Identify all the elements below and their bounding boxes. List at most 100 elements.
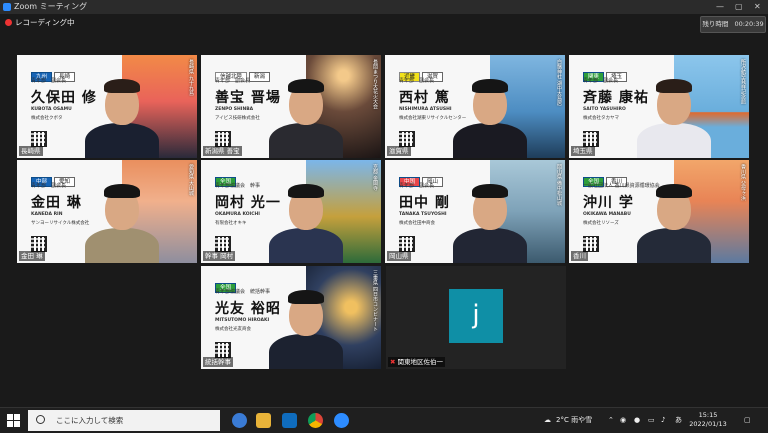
search-placeholder: ここに入力して検索: [56, 416, 124, 425]
participant-company: 有限会社オキキ: [215, 221, 247, 226]
participant-role: 青年部協議会 統括幹事: [215, 289, 271, 295]
ime-indicator[interactable]: あ: [675, 408, 682, 433]
weather-icon[interactable]: ☁: [544, 408, 551, 433]
remaining-time-value: 00:20:39: [734, 20, 764, 28]
qr-overlay: [583, 131, 597, 145]
mic-muted-icon: ✖: [390, 358, 396, 366]
participant-romaji: KANEDA RIN: [31, 212, 63, 217]
participant-name-label: 滋賀県: [387, 146, 411, 156]
zoom-taskbar-icon[interactable]: [334, 413, 349, 428]
participant-company: 株式会社クボタ: [31, 116, 63, 121]
background-caption: 白鬚神社 湖中大鳥居: [556, 59, 562, 106]
qr-overlay: [399, 236, 413, 250]
participant-card-name: 沖川 学: [583, 195, 634, 211]
participant-tile[interactable]: 近畿 滋賀 青年部 副会長 西村 篤 NISHIMURA ATSUSHI 株式会社…: [385, 55, 565, 158]
participant-company: 株式会社田中商会: [399, 221, 435, 226]
windows-taskbar: ここに入力して検索 ☁ 2°C 雨や雪 ⌃ ◉ ● ▭ ♪ あ 15:15 20…: [0, 407, 768, 433]
participant-video: [267, 180, 347, 263]
maximize-button[interactable]: ▢: [735, 0, 743, 14]
participant-name-label: 幹事 岡村: [203, 251, 236, 261]
participant-romaji: OKIKAWA MANABU: [583, 212, 631, 217]
participant-tile-avatar[interactable]: j ✖ 関東地区佐伯一: [386, 266, 566, 369]
remaining-time: 残り時間 00:20:39: [700, 16, 766, 33]
participant-card-name: 西村 篤: [399, 90, 450, 106]
participant-romaji: SAITO YASUHIRO: [583, 107, 626, 112]
participant-role: 青年部 副会長: [31, 78, 67, 84]
participant-name-label: 埼玉県: [571, 146, 595, 156]
participant-video: [451, 75, 531, 158]
zoom-tray-icon[interactable]: ●: [634, 408, 640, 433]
participant-romaji: ZENPO SHINBA: [215, 107, 254, 112]
participant-name-label: 岡山県: [387, 251, 411, 261]
participant-video: [267, 286, 347, 369]
edge-icon[interactable]: [232, 413, 247, 428]
background-caption: 京都 金閣寺: [372, 164, 378, 191]
participant-video: [635, 180, 715, 263]
qr-overlay: [215, 342, 229, 356]
background-caption: 長岡まつり大花火大会: [372, 59, 378, 109]
qr-overlay: [215, 236, 229, 250]
participant-company: アイビス技研株式会社: [215, 116, 260, 121]
participant-card-name: 田中 剛: [399, 195, 450, 211]
background-caption: 岡山県 備中松山城: [556, 164, 562, 206]
participant-tile[interactable]: 中国 岡山 青年部 副会長 田中 剛 TANAKA TSUYOSHI 株式会社田中…: [385, 160, 565, 263]
participant-video: [83, 180, 163, 263]
windows-start-icon[interactable]: [7, 414, 20, 427]
participant-romaji: MITSUTOMO HIROAKI: [215, 318, 270, 323]
close-button[interactable]: ✕: [754, 0, 761, 14]
outlook-icon[interactable]: [282, 413, 297, 428]
weather-text[interactable]: 2°C 雨や雪: [556, 408, 592, 433]
background-caption: 長崎県 九十九島: [188, 59, 194, 96]
background-caption: 愛知県 大山城: [188, 164, 194, 196]
battery-icon[interactable]: ▭: [648, 408, 655, 433]
participant-name-label: 統括幹事: [203, 357, 233, 367]
participant-romaji: OKAMURA KOICHI: [215, 212, 260, 217]
recording-indicator[interactable]: レコーディング中: [2, 16, 74, 30]
participant-company: 株式会社リソーズ: [583, 221, 619, 226]
participant-romaji: KUBOTA OSAMU: [31, 107, 72, 112]
participant-company: サンヨーリサイクル株式会社: [31, 221, 90, 226]
participant-name-label: 長崎県: [19, 146, 43, 156]
participant-card-name: 金田 琳: [31, 195, 82, 211]
participant-tile[interactable]: 信越北陸 新潟 青年部 副会長 善宝 晋場 ZENPO SHINBA アイビス技研…: [201, 55, 381, 158]
participant-name-label: 金田 琳: [19, 251, 45, 261]
notification-icon[interactable]: ▢: [744, 408, 751, 433]
participant-tile[interactable]: 全国 青年部協議会 統括幹事 光友 裕昭 MITSUTOMO HIROAKI 株…: [201, 266, 381, 369]
taskbar-search-input[interactable]: ここに入力して検索: [28, 410, 220, 431]
qr-overlay: [215, 131, 229, 145]
clock-time: 15:15: [698, 411, 718, 419]
search-icon: [36, 415, 45, 424]
network-icon[interactable]: ◉: [620, 408, 626, 433]
background-caption: 三重県 四日市コンビナート: [372, 270, 378, 332]
window-titlebar: Zoom ミーティング — ▢ ✕: [0, 0, 768, 14]
participant-role: 青年部 副会長: [215, 78, 251, 84]
recording-label: レコーディング中: [15, 18, 75, 27]
participant-name-label: 新潟県 善宝: [203, 146, 242, 156]
participant-tile[interactable]: 中部 愛知 青年部 副会長 金田 琳 KANEDA RIN サンヨーリサイクル株式…: [17, 160, 197, 263]
participant-tile[interactable]: 関東 埼玉 青年部 副会長 斉藤 康祐 SAITO YASUHIRO 株式会社タカ…: [569, 55, 749, 158]
participant-role: 青年部 副会長: [31, 183, 67, 189]
zoom-logo-icon: [3, 3, 11, 11]
qr-overlay: [31, 236, 45, 250]
volume-icon[interactable]: ♪: [661, 408, 665, 433]
taskbar-clock[interactable]: 15:15 2022/01/13: [688, 411, 728, 429]
participant-role: 青年部 副会長: [399, 78, 435, 84]
participant-tile[interactable]: 全国 香川 一般社団法人 香川県資源循環協会 沖川 学 OKIKAWA MANAB…: [569, 160, 749, 263]
chrome-icon[interactable]: [308, 413, 323, 428]
remaining-time-label: 残り時間: [702, 20, 729, 28]
clock-date: 2022/01/13: [689, 420, 727, 428]
tray-overflow-icon[interactable]: ⌃: [608, 408, 614, 433]
minimize-button[interactable]: —: [716, 0, 724, 14]
participant-tile[interactable]: 九州 長崎 青年部 副会長 久保田 修 KUBOTA OSAMU 株式会社クボタ …: [17, 55, 197, 158]
participant-name-label: 香川: [571, 251, 588, 261]
participant-role: 青年部協議会 幹事: [215, 183, 261, 189]
qr-overlay: [31, 131, 45, 145]
participant-video: [635, 75, 715, 158]
participant-avatar: j: [449, 289, 503, 343]
background-caption: 所沢航空発祥記念館: [740, 59, 746, 104]
participant-tile[interactable]: 全国 青年部協議会 幹事 岡村 光一 OKAMURA KOICHI 有限会社オキ…: [201, 160, 381, 263]
participant-name-label: ✖ 関東地区佐伯一: [388, 357, 446, 367]
window-title: Zoom ミーティング: [14, 2, 88, 11]
file-explorer-icon[interactable]: [256, 413, 271, 428]
qr-overlay: [583, 236, 597, 250]
